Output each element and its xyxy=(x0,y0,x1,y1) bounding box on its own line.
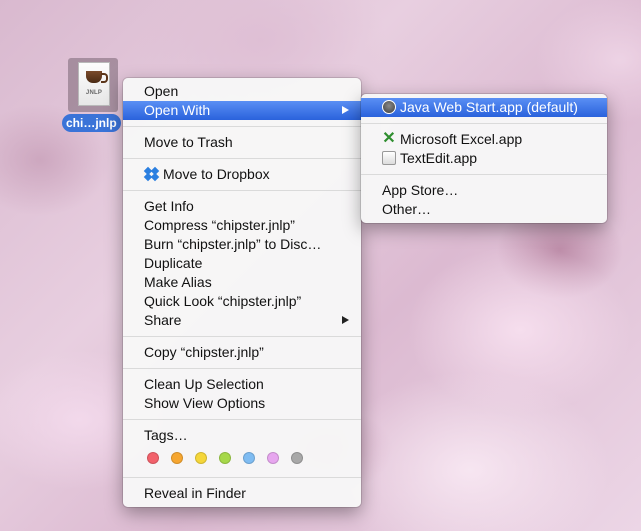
menu-separator xyxy=(123,336,361,337)
menu-item-tags[interactable]: Tags… xyxy=(123,426,361,445)
submenu-item-microsoft-excel[interactable]: ✕ Microsoft Excel.app xyxy=(361,130,607,149)
tag-gray-dot[interactable] xyxy=(291,452,303,464)
desktop-background: JNLP chi…jnlp Open Open With Move to Tra… xyxy=(0,0,641,531)
menu-separator xyxy=(123,126,361,127)
submenu-item-textedit[interactable]: TextEdit.app xyxy=(361,149,607,168)
menu-separator xyxy=(123,368,361,369)
menu-item-label: TextEdit.app xyxy=(400,150,478,166)
tag-red-dot[interactable] xyxy=(147,452,159,464)
menu-item-label: Java Web Start.app (default) xyxy=(400,99,578,115)
java-icon xyxy=(382,100,396,115)
menu-item-copy[interactable]: Copy “chipster.jnlp” xyxy=(123,343,361,362)
menu-item-open[interactable]: Open xyxy=(123,82,361,101)
menu-item-burn-to-disc[interactable]: Burn “chipster.jnlp” to Disc… xyxy=(123,235,361,254)
menu-item-show-view-options[interactable]: Show View Options xyxy=(123,394,361,413)
open-with-submenu: Java Web Start.app (default) ✕ Microsoft … xyxy=(361,94,607,223)
submenu-arrow-icon xyxy=(342,316,349,324)
menu-item-get-info[interactable]: Get Info xyxy=(123,197,361,216)
menu-item-compress[interactable]: Compress “chipster.jnlp” xyxy=(123,216,361,235)
tag-blue-dot[interactable] xyxy=(243,452,255,464)
menu-item-make-alias[interactable]: Make Alias xyxy=(123,273,361,292)
menu-separator xyxy=(123,419,361,420)
submenu-item-other[interactable]: Other… xyxy=(361,200,607,219)
tag-orange-dot[interactable] xyxy=(171,452,183,464)
menu-item-move-to-dropbox[interactable]: Move to Dropbox xyxy=(123,165,361,184)
tag-purple-dot[interactable] xyxy=(267,452,279,464)
tag-color-row xyxy=(123,445,361,471)
context-menu: Open Open With Move to Trash Move to Dro… xyxy=(123,78,361,507)
menu-separator xyxy=(361,174,607,175)
tag-yellow-dot[interactable] xyxy=(195,452,207,464)
jnlp-document-icon[interactable]: JNLP xyxy=(78,62,110,106)
submenu-item-java-web-start[interactable]: Java Web Start.app (default) xyxy=(361,98,607,117)
dropbox-icon xyxy=(143,166,160,182)
menu-item-label: Microsoft Excel.app xyxy=(400,131,523,147)
java-coffee-cup-icon xyxy=(86,71,102,83)
menu-item-move-to-trash[interactable]: Move to Trash xyxy=(123,133,361,152)
menu-item-open-with[interactable]: Open With xyxy=(123,101,361,120)
menu-separator xyxy=(361,123,607,124)
file-name-label[interactable]: chi…jnlp xyxy=(62,114,121,132)
menu-separator xyxy=(123,477,361,478)
cup-handle-icon xyxy=(101,73,108,83)
menu-item-duplicate[interactable]: Duplicate xyxy=(123,254,361,273)
submenu-arrow-icon xyxy=(342,106,349,114)
file-type-label: JNLP xyxy=(85,90,103,96)
submenu-item-app-store[interactable]: App Store… xyxy=(361,181,607,200)
menu-item-label: Share xyxy=(144,312,182,328)
tag-green-dot[interactable] xyxy=(219,452,231,464)
textedit-icon xyxy=(382,151,396,166)
menu-item-reveal-in-finder[interactable]: Reveal in Finder xyxy=(123,484,361,503)
menu-item-label: Move to Dropbox xyxy=(163,166,270,182)
menu-item-quick-look[interactable]: Quick Look “chipster.jnlp” xyxy=(123,292,361,311)
menu-separator xyxy=(123,190,361,191)
menu-item-label: Open With xyxy=(144,102,211,118)
excel-icon: ✕ xyxy=(382,130,396,148)
menu-separator xyxy=(123,158,361,159)
menu-item-clean-up-selection[interactable]: Clean Up Selection xyxy=(123,375,361,394)
menu-item-share[interactable]: Share xyxy=(123,311,361,330)
